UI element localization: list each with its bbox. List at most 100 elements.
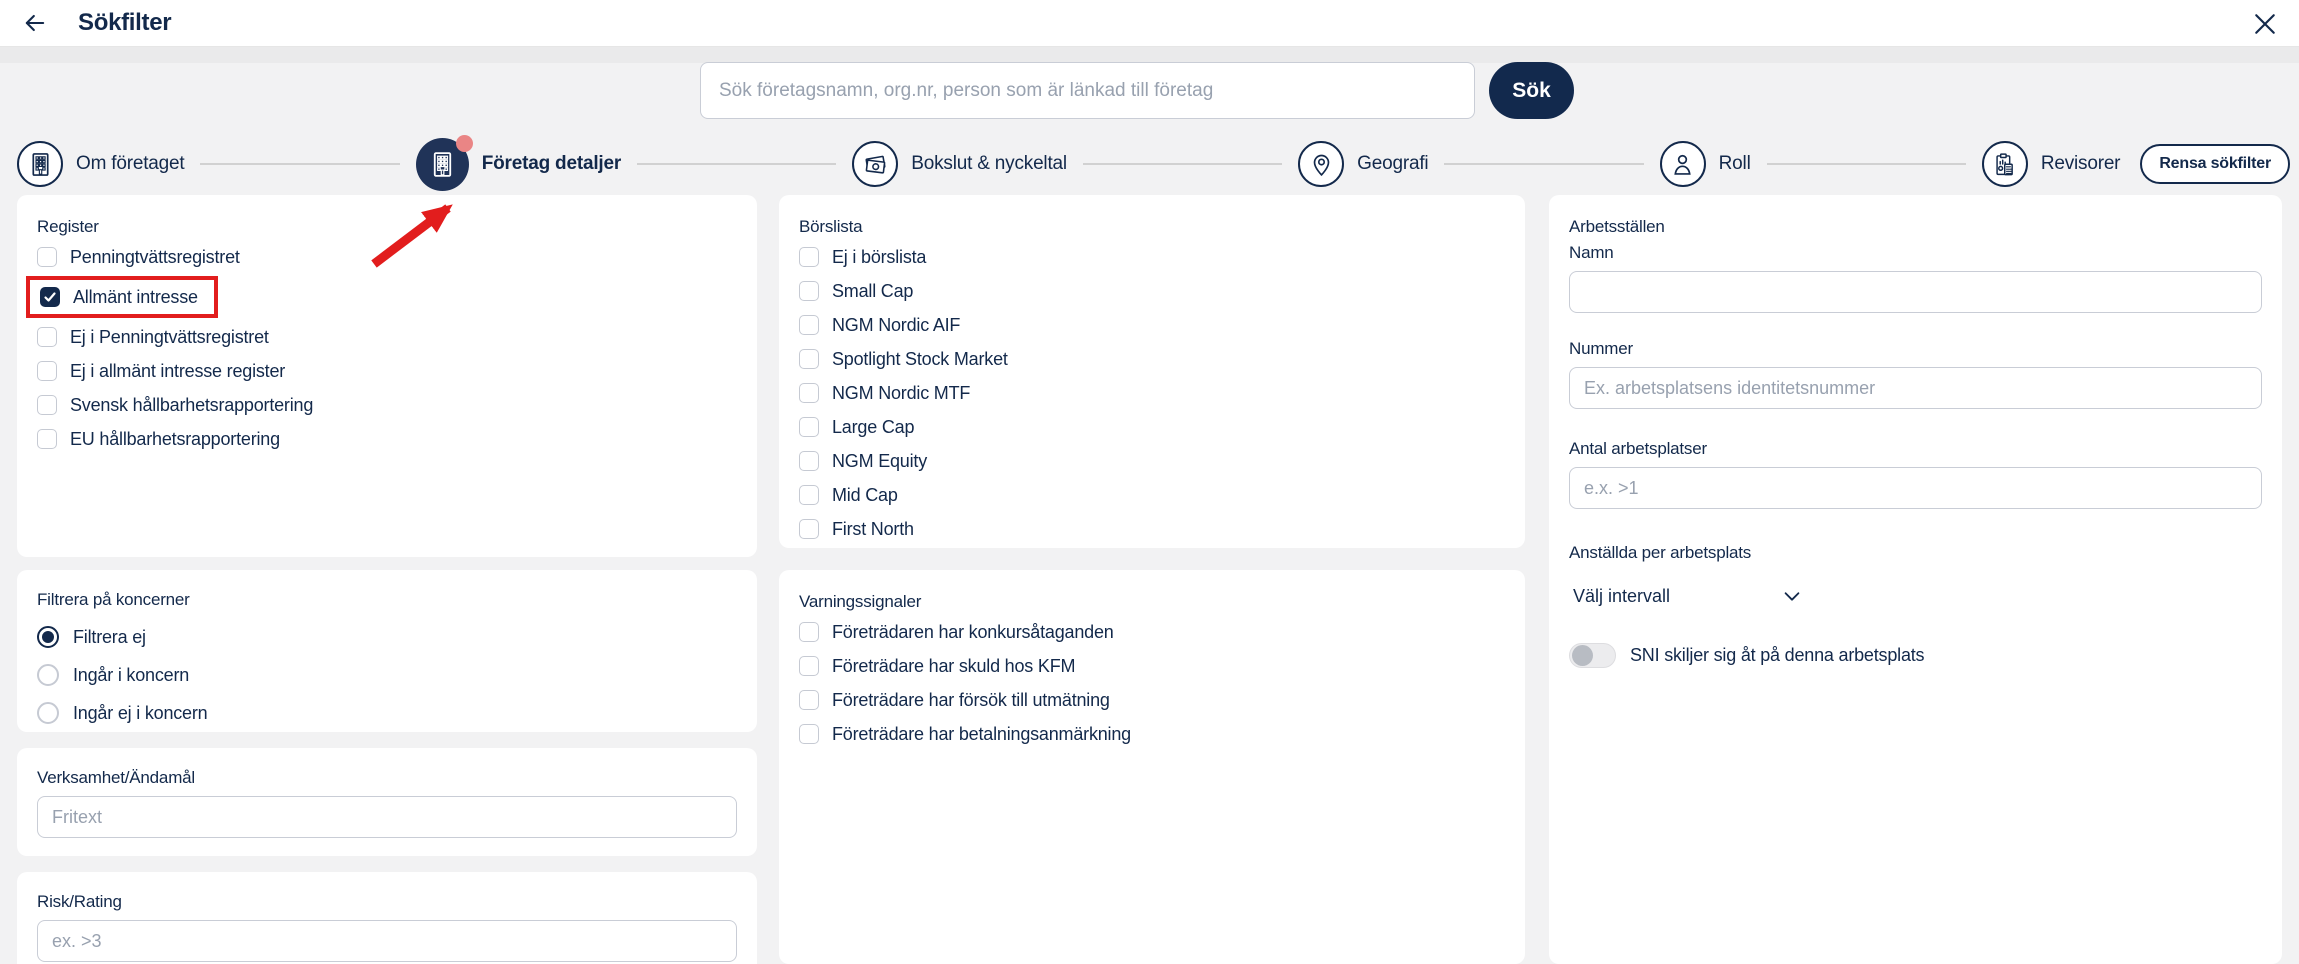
checkbox-label: Spotlight Stock Market [832, 348, 1008, 369]
building-icon [415, 134, 473, 191]
sni-toggle-row: SNI skiljer sig åt på denna arbetsplats [1569, 643, 2262, 668]
checkbox-label: Företrädare har betalningsanmärkning [832, 723, 1131, 744]
tab-geografi[interactable]: Geografi [1298, 141, 1429, 187]
checkbox-small-cap[interactable]: Small Cap [799, 274, 1505, 308]
checkbox-label: Mid Cap [832, 484, 898, 505]
checkbox-forsok-till-utmatning[interactable]: Företrädare har försök till utmätning [799, 683, 1505, 717]
checkbox-ej-i-penningtvattsregistret[interactable]: Ej i Penningtvättsregistret [37, 320, 737, 354]
panel-title: Verksamhet/Ändamål [37, 768, 195, 787]
checkbox-svensk-hallbarhetsrapportering[interactable]: Svensk hållbarhetsrapportering [37, 388, 737, 422]
workplace-count-input[interactable] [1569, 467, 2262, 509]
checkbox-label: Allmänt intresse [73, 286, 198, 307]
risk-rating-input[interactable] [37, 920, 737, 962]
checkbox-box[interactable] [799, 690, 819, 710]
search-input[interactable] [700, 62, 1475, 119]
radio-button-selected[interactable] [37, 626, 59, 648]
banknote-icon [852, 141, 899, 187]
checkbox-label: Small Cap [832, 280, 914, 301]
koncern-options: Filtrera ej Ingår i koncern Ingår ej i k… [37, 618, 737, 732]
checkbox-ngm-nordic-aif[interactable]: NGM Nordic AIF [799, 308, 1505, 342]
checkbox-label: First North [832, 518, 914, 539]
building-icon [17, 141, 63, 187]
checkbox-box[interactable] [799, 247, 819, 267]
header-shadow-band [0, 46, 2299, 63]
workplace-number-input[interactable] [1569, 367, 2262, 409]
checkbox-box[interactable] [799, 656, 819, 676]
checkbox-first-north[interactable]: First North [799, 512, 1505, 546]
panel-title: Register [37, 217, 99, 236]
checkbox-ngm-equity[interactable]: NGM Equity [799, 444, 1505, 478]
checkmark-icon [43, 290, 57, 304]
checkbox-skuld-hos-kfm[interactable]: Företrädare har skuld hos KFM [799, 649, 1505, 683]
checkbox-box[interactable] [799, 383, 819, 403]
count-field-label: Antal arbetsplatser [1569, 439, 1707, 458]
tab-label: Om företaget [76, 153, 185, 174]
checkbox-label: Ej i Penningtvättsregistret [70, 326, 269, 347]
checkbox-box[interactable] [799, 417, 819, 437]
panel-title: Filtrera på koncerner [37, 590, 190, 609]
audit-clipboard-icon [1981, 141, 2028, 187]
header: Sökfilter [0, 0, 2299, 46]
checkbox-box-checked[interactable] [40, 287, 60, 307]
radio-button[interactable] [37, 664, 59, 686]
radio-button[interactable] [37, 702, 59, 724]
checkbox-ngm-nordic-mtf[interactable]: NGM Nordic MTF [799, 376, 1505, 410]
checkbox-box[interactable] [799, 485, 819, 505]
checkbox-eu-hallbarhetsrapportering[interactable]: EU hållbarhetsrapportering [37, 422, 737, 456]
tab-connector [200, 163, 400, 165]
checkbox-box[interactable] [37, 327, 57, 347]
sni-toggle-switch[interactable] [1569, 643, 1616, 668]
checkbox-box[interactable] [37, 395, 57, 415]
checkbox-ej-i-allmant-intresse-register[interactable]: Ej i allmänt intresse register [37, 354, 737, 388]
tab-label: Bokslut & nyckeltal [911, 153, 1067, 174]
tab-om-foretaget[interactable]: Om företaget [17, 141, 185, 187]
radio-filtrera-ej[interactable]: Filtrera ej [37, 618, 737, 656]
checkbox-box[interactable] [37, 247, 57, 267]
checkbox-label: Svensk hållbarhetsrapportering [70, 394, 314, 415]
tab-label: Revisorer [2040, 153, 2121, 174]
checkbox-konkursataganden[interactable]: Företrädaren har konkursåtaganden [799, 615, 1505, 649]
checkbox-betalningsanmarkning[interactable]: Företrädare har betalningsanmärkning [799, 717, 1505, 751]
radio-ingar-i-koncern[interactable]: Ingår i koncern [37, 656, 737, 694]
checkbox-box[interactable] [799, 281, 819, 301]
panel-title: Risk/Rating [37, 892, 122, 911]
number-field-label: Nummer [1569, 339, 1633, 358]
tab-roll[interactable]: Roll [1659, 141, 1751, 187]
tab-foretag-detaljer[interactable]: Företag detaljer [415, 134, 621, 191]
radio-label: Ingår i koncern [73, 664, 190, 685]
chevron-down-icon [1781, 585, 1803, 607]
close-button[interactable] [2245, 4, 2285, 44]
verksamhet-input[interactable] [37, 796, 737, 838]
checkbox-box[interactable] [37, 429, 57, 449]
checkbox-box[interactable] [37, 361, 57, 381]
checkbox-box[interactable] [799, 349, 819, 369]
checkbox-box[interactable] [799, 519, 819, 539]
checkbox-box[interactable] [799, 315, 819, 335]
clear-filters-button[interactable]: Rensa sökfilter [2140, 144, 2291, 184]
sokfilter-screen: Sökfilter Sök Om företaget [0, 0, 2299, 964]
verksamhet-panel: Verksamhet/Ändamål [17, 748, 757, 856]
tab-connector [1082, 163, 1283, 165]
checkbox-box[interactable] [799, 622, 819, 642]
checkbox-ej-i-borslista[interactable]: Ej i börslista [799, 240, 1505, 274]
radio-ingar-ej-i-koncern[interactable]: Ingår ej i koncern [37, 694, 737, 732]
checkbox-spotlight-stock-market[interactable]: Spotlight Stock Market [799, 342, 1505, 376]
checkbox-label: Företrädare har försök till utmätning [832, 689, 1110, 710]
panel-title: Arbetsställen [1569, 217, 1665, 236]
tab-bokslut-nyckeltal[interactable]: Bokslut & nyckeltal [852, 141, 1067, 187]
interval-select[interactable]: Välj intervall [1569, 579, 1807, 613]
back-button[interactable] [18, 6, 52, 40]
checkbox-mid-cap[interactable]: Mid Cap [799, 478, 1505, 512]
close-icon [2250, 9, 2280, 39]
tab-revisorer[interactable]: Revisorer [1981, 141, 2121, 187]
workplace-name-input[interactable] [1569, 271, 2262, 313]
checkbox-penningtvattsregistret[interactable]: Penningtvättsregistret [37, 240, 737, 274]
checkbox-large-cap[interactable]: Large Cap [799, 410, 1505, 444]
borslista-options: Ej i börslista Small Cap NGM Nordic AIF … [799, 240, 1505, 546]
checkbox-box[interactable] [799, 724, 819, 744]
checkbox-allmant-intresse[interactable]: Allmänt intresse [40, 282, 198, 312]
radio-label: Ingår ej i koncern [73, 702, 208, 723]
search-button[interactable]: Sök [1489, 62, 1574, 119]
checkbox-box[interactable] [799, 451, 819, 471]
notification-badge-dot [455, 134, 473, 152]
